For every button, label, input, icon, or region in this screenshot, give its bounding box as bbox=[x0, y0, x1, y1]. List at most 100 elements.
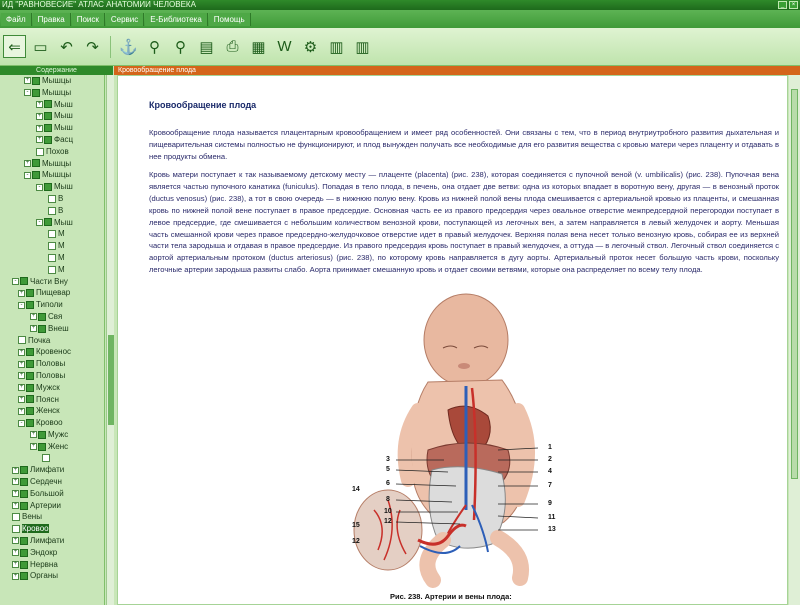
tree-item[interactable]: + Мыш bbox=[0, 99, 104, 111]
expand-icon[interactable]: + bbox=[18, 360, 25, 368]
tree-item[interactable]: + Женс bbox=[0, 441, 104, 453]
print-icon[interactable]: ⎙ bbox=[221, 35, 244, 58]
expand-icon[interactable]: + bbox=[18, 407, 25, 415]
menu-file[interactable]: Файл bbox=[1, 12, 32, 26]
tree-item[interactable]: В bbox=[0, 205, 104, 217]
print-preview-icon[interactable]: ▤ bbox=[195, 35, 218, 58]
tree-item[interactable]: В bbox=[0, 193, 104, 205]
close-button[interactable]: × bbox=[789, 1, 798, 9]
content-scrollbar[interactable] bbox=[789, 75, 800, 605]
tree-item[interactable]: + Кровенос bbox=[0, 346, 104, 358]
expand-icon[interactable]: + bbox=[18, 395, 25, 403]
tree-item[interactable]: + Большой bbox=[0, 488, 104, 500]
expand-icon[interactable]: + bbox=[36, 112, 43, 120]
menu-help[interactable]: Помощь bbox=[208, 12, 251, 26]
menu-service[interactable]: Сервис bbox=[105, 12, 145, 26]
expand-icon[interactable]: + bbox=[18, 289, 25, 297]
expand-icon[interactable]: + bbox=[12, 490, 19, 498]
menu-edit[interactable]: Правка bbox=[32, 12, 71, 26]
expand-icon[interactable]: + bbox=[30, 443, 37, 451]
collapse-icon[interactable]: - bbox=[36, 183, 43, 191]
tree-item[interactable]: - Мыш bbox=[0, 217, 104, 229]
tree-item[interactable]: + Мышцы bbox=[0, 158, 104, 170]
settings-icon[interactable]: ⚙ bbox=[299, 35, 322, 58]
tree-item[interactable]: Вены bbox=[0, 511, 104, 523]
tree-item[interactable]: + Артерии bbox=[0, 500, 104, 512]
expand-icon[interactable]: + bbox=[12, 537, 19, 545]
tree-item[interactable]: - Типоли bbox=[0, 299, 104, 311]
expand-icon[interactable]: + bbox=[12, 478, 19, 486]
search-replace-icon[interactable]: ⚲ bbox=[169, 35, 192, 58]
content-scrollbar-thumb[interactable] bbox=[791, 89, 798, 479]
minimize-button[interactable]: _ bbox=[778, 1, 787, 9]
tree-item[interactable]: - Мышцы bbox=[0, 87, 104, 99]
contents-tree[interactable]: + Мышцы - Мышцы + Мыш + Мыш + Мыш + Фасц Похов + Мышцы… bbox=[0, 75, 105, 605]
menu-search[interactable]: Поиск bbox=[71, 12, 105, 26]
tree-item[interactable]: + Женск bbox=[0, 405, 104, 417]
expand-icon[interactable]: + bbox=[18, 384, 25, 392]
tree-item[interactable]: + Мышцы bbox=[0, 75, 104, 87]
tree-item[interactable]: + Свя bbox=[0, 311, 104, 323]
tree-item[interactable]: Почка bbox=[0, 335, 104, 347]
tree-item[interactable]: + Внеш bbox=[0, 323, 104, 335]
search-icon[interactable]: ⚲ bbox=[143, 35, 166, 58]
tree-item[interactable]: + Лимфати bbox=[0, 464, 104, 476]
expand-icon[interactable]: + bbox=[30, 325, 37, 333]
arrow-left-icon[interactable]: ⇐ bbox=[3, 35, 26, 58]
tree-item[interactable]: Похов bbox=[0, 146, 104, 158]
undo-icon[interactable]: ↶ bbox=[55, 35, 78, 58]
redo-icon[interactable]: ↷ bbox=[81, 35, 104, 58]
expand-icon[interactable]: + bbox=[12, 466, 19, 474]
expand-icon[interactable]: + bbox=[24, 159, 31, 167]
tree-item[interactable]: Кровоо bbox=[0, 523, 104, 535]
tree-item[interactable]: + Половы bbox=[0, 358, 104, 370]
tree-item[interactable]: + Мужс bbox=[0, 429, 104, 441]
expand-icon[interactable]: + bbox=[30, 313, 37, 321]
tree-item[interactable]: + Фасц bbox=[0, 134, 104, 146]
folder-icon[interactable]: ▭ bbox=[29, 35, 52, 58]
tree-item[interactable]: + Пищевар bbox=[0, 287, 104, 299]
collapse-icon[interactable]: - bbox=[36, 218, 43, 226]
collapse-icon[interactable]: - bbox=[12, 277, 19, 285]
tree-item[interactable] bbox=[0, 453, 104, 465]
collapse-icon[interactable]: - bbox=[18, 419, 25, 427]
tree-item[interactable]: - Части Вну bbox=[0, 276, 104, 288]
tree-item[interactable]: + Сердечн bbox=[0, 476, 104, 488]
tree-item[interactable]: + Мыш bbox=[0, 122, 104, 134]
expand-icon[interactable]: + bbox=[12, 502, 19, 510]
tree-item[interactable]: + Органы bbox=[0, 570, 104, 582]
tree-item[interactable]: - Мыш bbox=[0, 181, 104, 193]
expand-icon[interactable]: + bbox=[24, 77, 31, 85]
expand-icon[interactable]: + bbox=[36, 100, 43, 108]
expand-icon[interactable]: + bbox=[12, 572, 19, 580]
menu-e-library[interactable]: Е-Библиотека bbox=[145, 12, 208, 26]
expand-icon[interactable]: + bbox=[18, 348, 25, 356]
tree-item[interactable]: М bbox=[0, 264, 104, 276]
tree-item[interactable]: + Поясн bbox=[0, 394, 104, 406]
tree-scrollbar-thumb[interactable] bbox=[108, 335, 114, 425]
tree-item[interactable]: + Мужск bbox=[0, 382, 104, 394]
tree-item[interactable]: + Эндокр bbox=[0, 547, 104, 559]
tree-item[interactable]: М bbox=[0, 228, 104, 240]
tree-item[interactable]: - Кровоо bbox=[0, 417, 104, 429]
collapse-icon[interactable]: - bbox=[24, 171, 31, 179]
export-icon[interactable]: ▦ bbox=[247, 35, 270, 58]
tree-item[interactable]: М bbox=[0, 240, 104, 252]
collapse-icon[interactable]: - bbox=[24, 89, 31, 97]
bookshelf-icon[interactable]: ▥ bbox=[351, 35, 374, 58]
expand-icon[interactable]: + bbox=[36, 124, 43, 132]
tree-item[interactable]: М bbox=[0, 252, 104, 264]
word-icon[interactable]: W bbox=[273, 35, 296, 58]
tree-item[interactable]: + Половы bbox=[0, 370, 104, 382]
expand-icon[interactable]: + bbox=[12, 561, 19, 569]
tree-item[interactable]: + Мыш bbox=[0, 110, 104, 122]
expand-icon[interactable]: + bbox=[36, 136, 43, 144]
library-icon[interactable]: ▥ bbox=[325, 35, 348, 58]
tree-scrollbar[interactable] bbox=[106, 75, 114, 605]
expand-icon[interactable]: + bbox=[30, 431, 37, 439]
expand-icon[interactable]: + bbox=[18, 372, 25, 380]
expand-icon[interactable]: + bbox=[12, 549, 19, 557]
tree-item[interactable]: - Мышцы bbox=[0, 169, 104, 181]
tree-item[interactable]: + Нервна bbox=[0, 559, 104, 571]
anchor-icon[interactable]: ⚓ bbox=[117, 35, 140, 58]
